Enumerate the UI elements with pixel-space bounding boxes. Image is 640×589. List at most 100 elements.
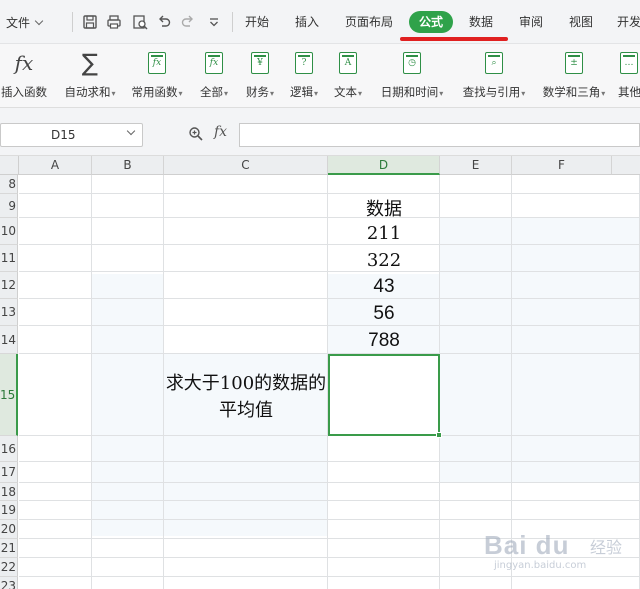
row-header[interactable]: 9 <box>0 194 18 218</box>
grid-cell[interactable] <box>92 175 164 194</box>
cell-D9[interactable]: 数据 <box>329 195 439 221</box>
grid-cell[interactable] <box>92 218 164 245</box>
grid-cell[interactable] <box>92 462 164 483</box>
redo-icon[interactable] <box>178 12 198 32</box>
grid-cell[interactable] <box>164 558 328 577</box>
grid-cell[interactable] <box>512 194 640 218</box>
grid-cell[interactable] <box>92 520 164 539</box>
customize-toolbar-icon[interactable] <box>204 12 224 32</box>
grid-cell[interactable] <box>440 462 512 483</box>
file-menu[interactable]: 文件 <box>0 12 44 32</box>
math-trig-button[interactable]: ± 数学和三角▾ <box>538 50 610 104</box>
grid-cell[interactable] <box>19 354 92 436</box>
grid-cell[interactable] <box>92 194 164 218</box>
grid-cell[interactable] <box>440 175 512 194</box>
grid-cell[interactable] <box>19 520 92 539</box>
more-functions-button[interactable]: … 其他 <box>618 50 640 104</box>
grid-cell[interactable] <box>440 577 512 589</box>
grid-cell[interactable] <box>19 483 92 501</box>
fill-handle[interactable] <box>436 432 442 438</box>
grid-cell[interactable] <box>512 175 640 194</box>
grid-cell[interactable] <box>92 558 164 577</box>
grid-cell[interactable] <box>440 326 512 354</box>
grid-cell[interactable] <box>164 299 328 326</box>
row-header[interactable]: 10 <box>0 218 18 245</box>
grid-cell[interactable] <box>440 245 512 272</box>
column-header-selected[interactable]: D <box>328 156 440 175</box>
undo-icon[interactable] <box>154 12 174 32</box>
grid-cell[interactable] <box>328 501 440 520</box>
grid-cell[interactable] <box>512 272 640 299</box>
grid-cell[interactable] <box>92 272 164 299</box>
grid-cell[interactable] <box>92 326 164 354</box>
row-header[interactable]: 22 <box>0 558 18 577</box>
row-header[interactable]: 14 <box>0 326 18 354</box>
grid-cell[interactable] <box>92 245 164 272</box>
lookup-reference-button[interactable]: ⌕ 查找与引用▾ <box>458 50 530 104</box>
grid-cell[interactable] <box>164 462 328 483</box>
grid-cell[interactable] <box>328 577 440 589</box>
grid-cell[interactable] <box>92 299 164 326</box>
grid-cell[interactable] <box>164 194 328 218</box>
column-header[interactable] <box>612 156 640 175</box>
grid-cell[interactable] <box>440 436 512 462</box>
column-header[interactable]: C <box>164 156 328 175</box>
grid-cell[interactable] <box>512 483 640 501</box>
grid-cell[interactable] <box>164 520 328 539</box>
grid-cell[interactable] <box>164 245 328 272</box>
tab-developer[interactable]: 开发 <box>612 11 640 33</box>
grid-cell[interactable] <box>92 354 164 436</box>
grid-cell[interactable] <box>92 577 164 589</box>
logical-functions-button[interactable]: ? 逻辑▾ <box>286 50 322 104</box>
text-functions-button[interactable]: A 文本▾ <box>330 50 366 104</box>
formula-input[interactable] <box>239 123 640 147</box>
grid-cell[interactable] <box>19 194 92 218</box>
date-time-functions-button[interactable]: ◷ 日期和时间▾ <box>376 50 448 104</box>
cell-D11[interactable]: 322 <box>329 250 439 271</box>
grid-cell[interactable] <box>328 483 440 501</box>
grid-cell[interactable] <box>512 218 640 245</box>
grid-cell[interactable] <box>19 539 92 558</box>
grid-cell[interactable] <box>512 354 640 436</box>
tab-formulas[interactable]: 公式 <box>409 11 453 33</box>
grid-cell[interactable] <box>19 245 92 272</box>
grid-cell[interactable] <box>328 558 440 577</box>
grid-cell[interactable] <box>512 245 640 272</box>
grid-cell[interactable] <box>512 577 640 589</box>
save-icon[interactable] <box>80 12 100 32</box>
row-header-selected[interactable]: 15 <box>0 354 18 436</box>
all-functions-button[interactable]: fx 全部▾ <box>196 50 232 104</box>
grid-cell[interactable] <box>164 501 328 520</box>
grid-cell[interactable] <box>92 501 164 520</box>
grid-cell[interactable] <box>19 436 92 462</box>
cell-D12[interactable]: 43 <box>329 276 439 298</box>
grid-cell[interactable] <box>19 501 92 520</box>
grid-cell[interactable] <box>164 483 328 501</box>
grid-cell[interactable] <box>92 436 164 462</box>
grid-cell[interactable] <box>164 436 328 462</box>
column-header[interactable]: E <box>440 156 512 175</box>
grid-cell[interactable] <box>328 462 440 483</box>
row-header[interactable]: 13 <box>0 299 18 326</box>
grid-cell[interactable] <box>164 272 328 299</box>
selected-cell-D15[interactable] <box>328 354 442 438</box>
row-header[interactable]: 16 <box>0 436 18 462</box>
grid-cell[interactable] <box>440 354 512 436</box>
grid-cell[interactable] <box>19 175 92 194</box>
grid-cell[interactable] <box>512 326 640 354</box>
grid-cell[interactable] <box>512 299 640 326</box>
grid-cell[interactable] <box>19 299 92 326</box>
grid-cell[interactable] <box>440 218 512 245</box>
row-header[interactable]: 23 <box>0 577 18 589</box>
grid-cell[interactable] <box>440 194 512 218</box>
grid-cell[interactable] <box>328 539 440 558</box>
grid-cell[interactable] <box>512 462 640 483</box>
print-preview-icon[interactable] <box>130 12 150 32</box>
tab-page-layout[interactable]: 页面布局 <box>340 11 398 33</box>
row-header[interactable]: 8 <box>0 175 18 194</box>
tab-data[interactable]: 数据 <box>464 11 498 33</box>
cell-D10[interactable]: 211 <box>329 223 439 244</box>
grid-cell[interactable] <box>164 175 328 194</box>
grid-cell[interactable] <box>328 520 440 539</box>
cell-D14[interactable]: 788 <box>329 330 439 352</box>
